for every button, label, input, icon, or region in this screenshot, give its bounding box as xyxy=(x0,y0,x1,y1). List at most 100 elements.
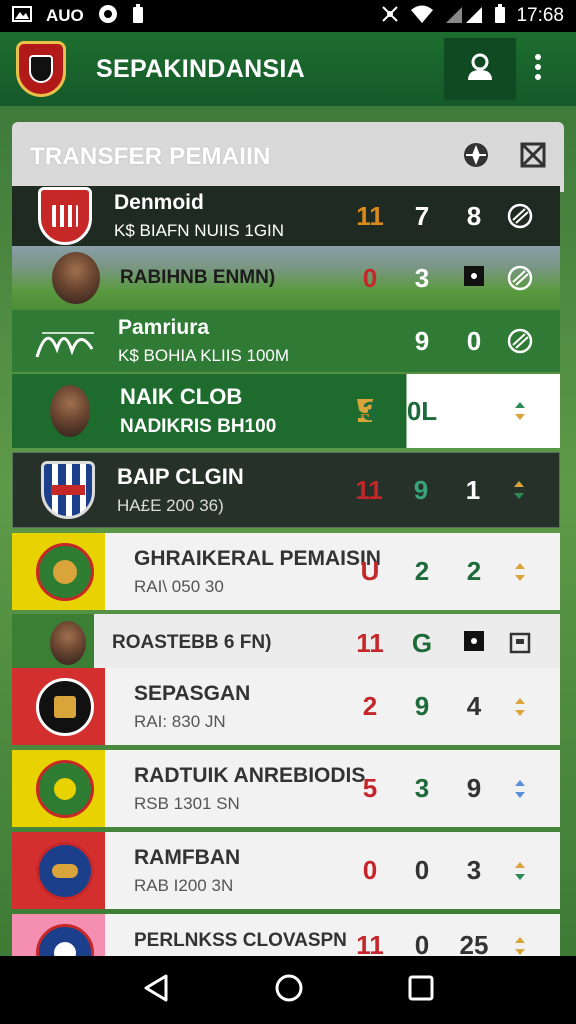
battery-small-icon xyxy=(132,3,144,29)
navigation-bar xyxy=(0,956,576,1024)
stat-3: 0 xyxy=(466,325,482,356)
stat-1: 11 xyxy=(355,474,383,505)
circle-icon xyxy=(98,4,118,29)
stat-1: 2 xyxy=(362,691,378,721)
transfer-row[interactable]: NAIK CLOB NADIKRIS BH100 3 0L xyxy=(12,374,560,448)
arrows-icon[interactable] xyxy=(500,860,540,882)
profile-button[interactable] xyxy=(444,38,516,100)
stat-2: 0 xyxy=(414,930,430,956)
panel-header: TRANSFER PEMAIIN xyxy=(12,122,564,192)
arrows-icon[interactable] xyxy=(499,479,539,501)
stat-1: 11 xyxy=(356,200,384,231)
app-bar: SEPAKINDANSIA xyxy=(0,32,576,106)
stat-3 xyxy=(448,263,500,294)
club-sub: K$ BOHIA KLIIS 100M xyxy=(118,346,290,365)
back-icon[interactable] xyxy=(142,973,170,1008)
stat-2: 9 xyxy=(413,474,429,505)
stat-1: 0 xyxy=(362,262,378,293)
club-crest xyxy=(38,187,92,245)
club-sub: RAI: 830 JN xyxy=(134,711,226,731)
transfer-row[interactable]: ROASTEBB 6 FN) 11 G xyxy=(12,614,560,672)
signal-icon xyxy=(444,4,484,29)
ball-icon[interactable] xyxy=(500,265,540,291)
arrows-icon[interactable] xyxy=(500,696,540,718)
recents-icon[interactable] xyxy=(408,975,434,1006)
club-sub: RSB 1301 SN xyxy=(134,793,240,813)
ball-icon[interactable] xyxy=(500,328,540,354)
transfer-row[interactable]: RABIHNB ENMN) 0 3 xyxy=(12,246,560,310)
stat-1: 5 xyxy=(362,773,378,803)
club-sub: K$ BIAFN NUIIS 1GIN xyxy=(114,221,285,240)
arrows-icon[interactable] xyxy=(500,778,540,800)
club-name: RAMFBAN xyxy=(134,845,241,869)
club-name: PERLNKSS CLOVASPN xyxy=(134,930,347,951)
club-name: ROASTEBB 6 FN) xyxy=(112,632,272,653)
stat-3: 4 xyxy=(466,691,482,721)
transfer-row[interactable]: PERLNKSS CLOVASPN 11 0 25 xyxy=(12,914,560,956)
stat-1: 11 xyxy=(356,930,384,956)
club-crest xyxy=(36,924,94,956)
status-bar: AUO 17:68 xyxy=(0,0,576,32)
status-text: AUO xyxy=(46,6,84,25)
wifi-icon xyxy=(410,4,434,29)
club-name: Denmoid xyxy=(114,191,204,214)
stat-2: 0L xyxy=(406,395,438,426)
club-logo[interactable] xyxy=(16,41,66,97)
close-box-icon[interactable] xyxy=(520,142,546,173)
transfer-row[interactable]: GHRAIKERAL PEMAISIN RAI\ 050 30 U 2 2 xyxy=(12,533,560,610)
transfer-row[interactable]: SEPASGAN RAI: 830 JN 2 9 4 xyxy=(12,668,560,745)
transfer-row[interactable]: RADTUIK ANREBIODIS RSB 1301 SN 5 3 9 xyxy=(12,750,560,827)
stat-3: 8 xyxy=(466,200,482,231)
stat-1: 3 xyxy=(362,395,378,426)
compass-icon[interactable] xyxy=(462,141,490,174)
ball-icon[interactable] xyxy=(500,203,540,229)
club-crest xyxy=(36,759,94,818)
transfer-row[interactable]: Denmoid K$ BIAFN NUIIS 1GIN 11 7 8 xyxy=(12,186,560,246)
club-sub: HA£E 200 36) xyxy=(117,496,224,515)
club-name: Pamriura xyxy=(118,316,210,339)
club-sub: NADIKRIS BH100 xyxy=(120,416,277,437)
more-vert-icon xyxy=(534,53,542,86)
player-avatar xyxy=(50,621,86,665)
stat-2: 7 xyxy=(414,200,430,231)
club-name: RABIHNB ENMN) xyxy=(120,267,276,288)
stat-1: U xyxy=(360,556,380,586)
transfer-row[interactable]: RAMFBAN RAB I200 3N 0 0 3 xyxy=(12,832,560,909)
stat-3: 25 xyxy=(459,930,489,956)
stat-2: 3 xyxy=(414,773,430,803)
panel-title: TRANSFER PEMAIIN xyxy=(30,143,271,170)
profile-icon xyxy=(465,52,495,87)
square-icon[interactable] xyxy=(500,632,540,654)
stat-1: 0 xyxy=(362,855,378,885)
arrows-icon[interactable] xyxy=(500,561,540,583)
clock: 17:68 xyxy=(516,5,564,26)
club-crest xyxy=(36,841,94,900)
arrows-icon[interactable] xyxy=(500,935,540,957)
club-name: SEPASGAN xyxy=(134,681,251,705)
stat-2: 9 xyxy=(414,691,430,721)
player-avatar xyxy=(52,252,100,304)
club-crest xyxy=(41,461,95,519)
content-area: TRANSFER PEMAIIN Denmoid K$ BIAFN NUIIS … xyxy=(0,106,576,956)
stat-1: 11 xyxy=(356,627,384,658)
player-avatar xyxy=(50,385,90,437)
transfer-row[interactable]: BAIP CLGIN HA£E 200 36) 11 9 1 xyxy=(12,452,560,528)
gallery-icon xyxy=(12,5,32,27)
club-crest xyxy=(36,542,94,601)
club-name: NAIK CLOB xyxy=(120,384,243,409)
stat-3: 1 xyxy=(465,474,481,505)
transfer-row[interactable]: Pamriura K$ BOHIA KLIIS 100M 9 0 xyxy=(12,310,560,372)
club-logo-script xyxy=(32,319,102,363)
club-sub: RAB I200 3N xyxy=(134,875,234,895)
mute-icon xyxy=(380,4,400,29)
stat-3: 2 xyxy=(466,556,482,586)
app-title: SEPAKINDANSIA xyxy=(96,54,306,83)
stat-2: 3 xyxy=(414,262,430,293)
club-name: BAIP CLGIN xyxy=(117,464,244,489)
stat-2: 9 xyxy=(414,325,430,356)
home-icon[interactable] xyxy=(274,973,304,1008)
arrows-icon[interactable] xyxy=(500,400,540,422)
club-crest xyxy=(36,677,94,736)
more-button[interactable] xyxy=(516,38,560,100)
stat-3: 3 xyxy=(466,855,482,885)
